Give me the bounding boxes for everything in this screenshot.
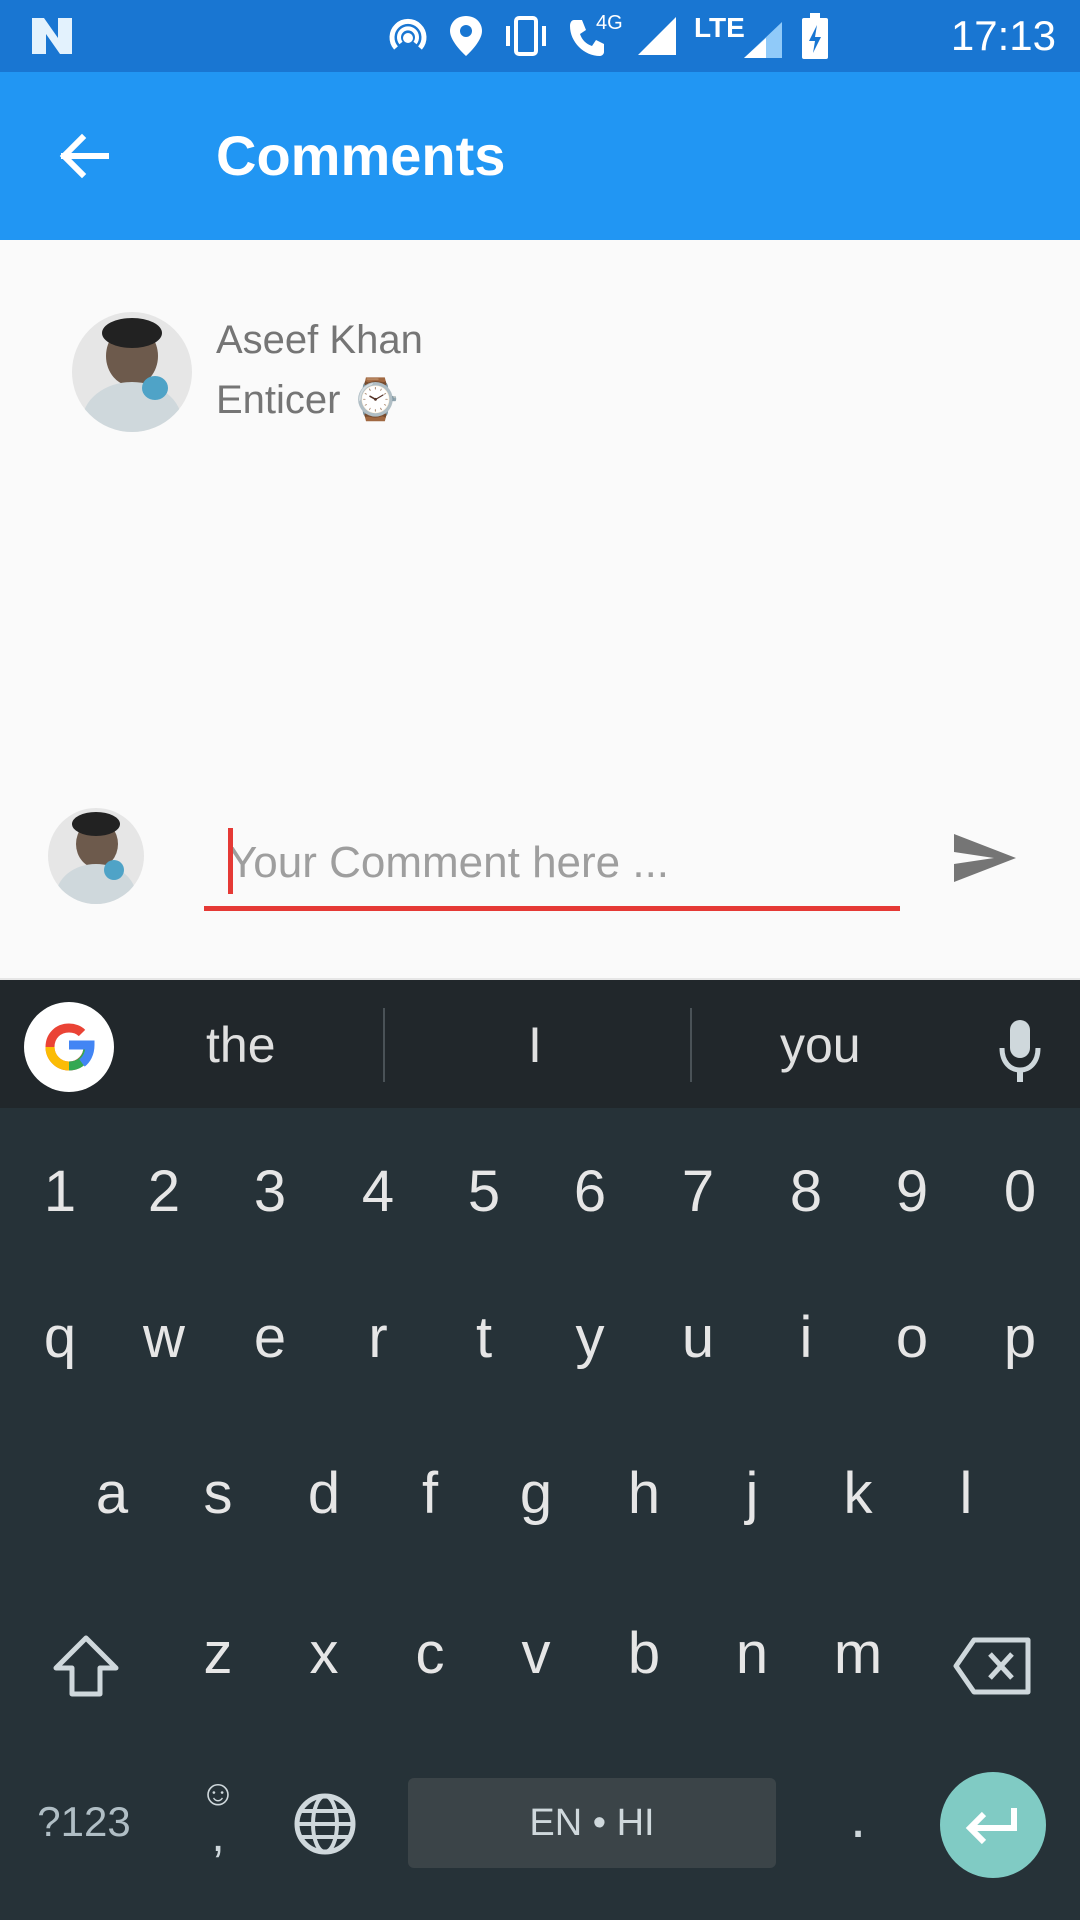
key-s[interactable]: s [168,1460,268,1527]
comment-avatar[interactable] [72,312,192,432]
backspace-icon[interactable] [952,1636,1032,1696]
key-2[interactable]: 2 [114,1158,214,1225]
key-r[interactable]: r [328,1304,428,1371]
key-1[interactable]: 1 [10,1158,110,1225]
status-bar: 4G LTE 17:13 [0,0,1080,72]
comment-body: Enticer [216,378,341,422]
globe-icon[interactable] [292,1791,358,1857]
period-key[interactable]: . [808,1784,908,1851]
key-v[interactable]: v [486,1620,586,1687]
key-7[interactable]: 7 [648,1158,748,1225]
enter-button[interactable] [940,1772,1046,1878]
key-c[interactable]: c [380,1620,480,1687]
key-n[interactable]: n [702,1620,802,1687]
composer-avatar [48,808,144,904]
send-icon[interactable] [950,828,1020,888]
comment-input[interactable] [204,820,900,906]
comment-input-wrap [204,820,900,911]
status-time: 17:13 [950,12,1056,59]
key-6[interactable]: 6 [540,1158,640,1225]
key-g[interactable]: g [486,1460,586,1527]
google-g-icon [45,1023,95,1071]
key-y[interactable]: y [540,1304,640,1371]
vibrate-icon [506,16,546,56]
network-4g-label: 4G [596,12,623,34]
status-icons: 4G LTE [384,10,830,62]
key-9[interactable]: 9 [862,1158,962,1225]
key-m[interactable]: m [808,1620,908,1687]
enter-icon [965,1808,1017,1845]
key-o[interactable]: o [862,1304,962,1371]
key-x[interactable]: x [274,1620,374,1687]
google-icon[interactable] [24,1002,114,1092]
suggestion-1[interactable]: the [206,1016,276,1074]
key-a[interactable]: a [62,1460,162,1527]
key-u[interactable]: u [648,1304,748,1371]
key-w[interactable]: w [114,1304,214,1371]
key-4[interactable]: 4 [328,1158,428,1225]
key-0[interactable]: 0 [970,1158,1070,1225]
comma-key[interactable]: , [168,1808,268,1863]
call-4g: 4G [566,12,623,60]
key-f[interactable]: f [380,1460,480,1527]
text-caret [228,828,233,894]
hotspot-icon [389,18,427,50]
watch-emoji: ⌚ [350,378,401,422]
key-e[interactable]: e [220,1304,320,1371]
arrow-back-icon[interactable] [52,124,116,188]
symbols-key[interactable]: ?123 [14,1798,154,1846]
network-lte-label: LTE [694,12,745,43]
comment-text: Enticer ⌚ [216,376,400,423]
key-l[interactable]: l [916,1460,1016,1527]
app-bar: Comments [0,72,1080,240]
key-8[interactable]: 8 [756,1158,856,1225]
suggestion-3[interactable]: you [780,1016,861,1074]
lte-signal: LTE [694,12,786,60]
key-3[interactable]: 3 [220,1158,320,1225]
space-key[interactable]: EN • HI [408,1778,776,1868]
suggestion-divider [383,1008,385,1082]
key-5[interactable]: 5 [434,1158,534,1225]
key-q[interactable]: q [10,1304,110,1371]
key-p[interactable]: p [970,1304,1070,1371]
location-icon [450,16,482,56]
key-b[interactable]: b [594,1620,694,1687]
key-h[interactable]: h [594,1460,694,1527]
n-icon [32,18,72,54]
key-z[interactable]: z [168,1620,268,1687]
lte-signal-icon [744,22,782,58]
key-d[interactable]: d [274,1460,374,1527]
signal-icon [638,17,676,55]
shift-icon[interactable] [50,1634,122,1698]
suggestion-2[interactable]: I [528,1016,542,1074]
key-i[interactable]: i [756,1304,856,1371]
keyboard: 1 2 3 4 5 6 7 8 9 0 q w e r t y u i o p … [0,1108,1080,1920]
key-t[interactable]: t [434,1304,534,1371]
page-title: Comments [216,124,506,187]
key-k[interactable]: k [808,1460,908,1527]
key-j[interactable]: j [702,1460,802,1527]
suggestion-divider [690,1008,692,1082]
battery-icon [802,13,828,59]
keyboard-suggestion-strip: the I you [0,978,1080,1110]
mic-icon[interactable] [996,1016,1044,1086]
comment-user-name: Aseef Khan [216,318,423,362]
